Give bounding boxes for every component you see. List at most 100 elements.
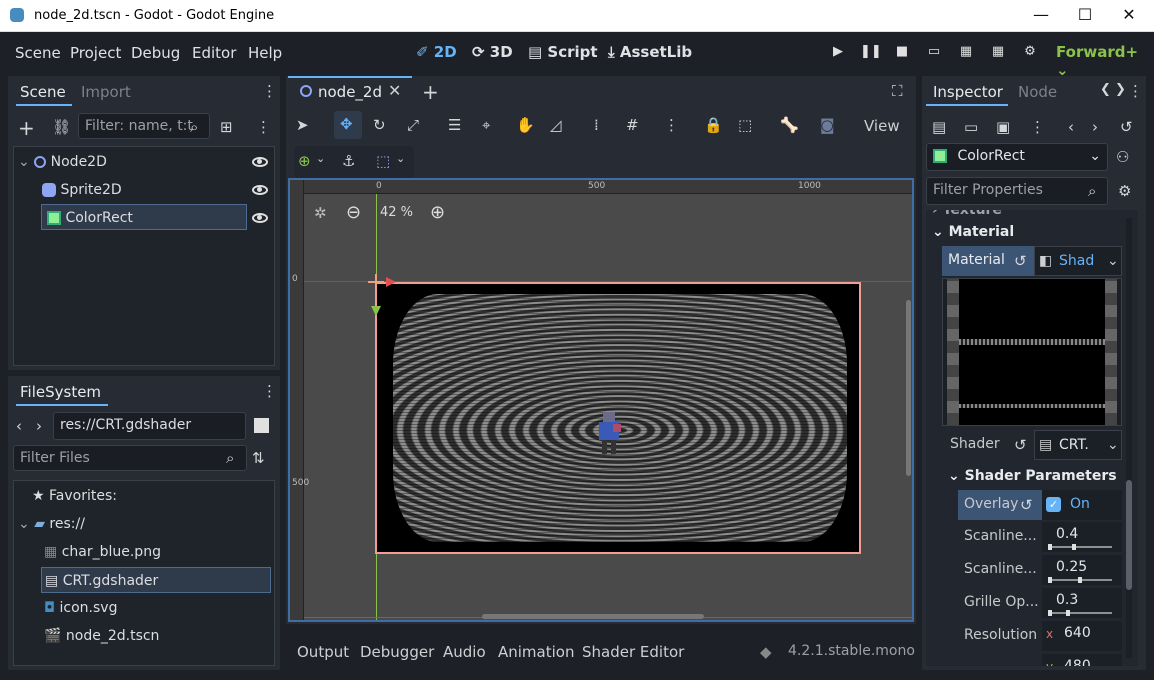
visibility-eye-icon[interactable]	[252, 157, 268, 167]
forward-arrow-icon[interactable]: ❯	[1115, 82, 1126, 97]
play-scene-icon[interactable]: ▦	[956, 44, 976, 64]
remote-debug-icon[interactable]: ▭	[924, 44, 944, 64]
tab-animation[interactable]: Animation	[498, 643, 574, 661]
list-select-icon[interactable]: ☰	[448, 116, 461, 134]
back-arrow-icon[interactable]: ❮	[1100, 82, 1111, 97]
menu-scene[interactable]: Scene	[15, 44, 61, 62]
colorrect-node[interactable]	[375, 282, 861, 554]
dock-menu-icon[interactable]: ⋮	[262, 382, 277, 400]
movie-maker-icon[interactable]: ⚙	[1020, 44, 1040, 64]
menu-project[interactable]: Project	[70, 44, 121, 62]
y-axis-arrow[interactable]	[371, 306, 381, 316]
container-icon[interactable]: ⬚	[376, 152, 390, 170]
object-tree-icon[interactable]: ⚇	[1116, 148, 1129, 166]
mode-assetlib-button[interactable]: ⤓ AssetLib	[608, 43, 692, 61]
scene-tab[interactable]: node_2d ✕	[288, 76, 412, 108]
pan-mode-icon[interactable]: ✋	[516, 116, 535, 134]
bone-icon[interactable]: 🦴	[780, 116, 799, 134]
slider-handle[interactable]	[1072, 544, 1076, 550]
tree-node-sprite2d[interactable]: Sprite2D	[42, 177, 262, 203]
anchor-icon[interactable]: ⚓	[342, 152, 355, 170]
scanline-slider[interactable]: 0.4	[1042, 522, 1122, 552]
lock-icon[interactable]: 🔒	[704, 116, 723, 134]
history-icon[interactable]: ↺	[1120, 118, 1133, 136]
play-custom-scene-icon[interactable]: ▦	[988, 44, 1008, 64]
snap-options-icon[interactable]: ⋮	[664, 116, 679, 134]
slider-handle[interactable]	[1078, 577, 1082, 583]
camera-override-icon[interactable]: ◙	[820, 116, 835, 134]
scale-mode-icon[interactable]: ⤢	[407, 116, 419, 134]
grid-snap-icon[interactable]: #	[626, 116, 639, 134]
tab-node[interactable]: Node	[1018, 83, 1057, 101]
group-icon[interactable]: ⬚	[738, 116, 752, 134]
tab-debugger[interactable]: Debugger	[360, 643, 434, 661]
tab-filesystem[interactable]: FileSystem	[20, 383, 101, 401]
play-icon[interactable]: ▶	[828, 44, 848, 64]
distraction-free-icon[interactable]: ⛶	[892, 82, 903, 100]
mode-script-button[interactable]: ▤ Script	[528, 43, 598, 61]
add-node-icon[interactable]: +	[18, 116, 35, 140]
section-material[interactable]: ⌄ Material	[932, 224, 1014, 240]
path-field[interactable]: res://CRT.gdshader	[53, 412, 246, 440]
shader-resource-picker[interactable]: ▤ CRT. ⌄	[1034, 430, 1122, 460]
pause-icon[interactable]: ❚❚	[860, 44, 882, 64]
move-gizmo[interactable]	[368, 274, 384, 290]
select-mode-icon[interactable]: ➤	[296, 116, 309, 134]
visibility-eye-icon[interactable]	[252, 213, 268, 223]
renderer-select[interactable]: Forward+ ⌄	[1056, 43, 1154, 79]
link-icon[interactable]: ⛓	[52, 118, 71, 136]
zoom-out-icon[interactable]: ⊖	[346, 202, 361, 223]
file-item[interactable]: ◘ icon.svg	[44, 595, 117, 621]
canvas-viewport[interactable]: 0 500 1000 0 500 ✲ ⊖ 42 % ⊕	[288, 178, 914, 622]
tab-shader-editor[interactable]: Shader Editor	[582, 643, 684, 661]
history-back-icon[interactable]: ‹	[1068, 118, 1074, 136]
close-window-button[interactable]: ✕	[1106, 0, 1152, 32]
overlay-checkbox[interactable]: ✓ On	[1042, 490, 1122, 520]
file-item[interactable]: 🎬 node_2d.tscn	[44, 623, 159, 649]
property-options-icon[interactable]: ⚙	[1118, 182, 1131, 200]
revert-icon[interactable]: ↺	[1020, 496, 1033, 514]
object-selector[interactable]: ColorRect ⌄	[926, 143, 1108, 171]
dock-menu-icon[interactable]: ⋮	[1128, 82, 1143, 100]
menu-help[interactable]: Help	[248, 44, 282, 62]
vertical-scrollbar[interactable]	[906, 300, 911, 476]
dock-menu-icon[interactable]: ⋮	[262, 82, 277, 100]
history-forward-icon[interactable]: ›	[1092, 118, 1098, 136]
resolution-y-field[interactable]: y 480	[1042, 654, 1122, 666]
add-point-icon[interactable]: ⊕	[298, 152, 311, 170]
tree-node-node2d[interactable]: ⌄ Node2D	[18, 149, 268, 175]
resource-options-icon[interactable]: ⋮	[1030, 118, 1045, 136]
zoom-in-icon[interactable]: ⊕	[430, 202, 445, 223]
mode-2d-button[interactable]: ✐ 2D	[416, 43, 457, 61]
pivot-mode-icon[interactable]: ⌖	[482, 116, 490, 134]
tab-import[interactable]: Import	[81, 83, 131, 101]
slider-handle[interactable]	[1066, 610, 1070, 616]
scene-options-icon[interactable]: ⋮	[256, 118, 271, 136]
favorites-item[interactable]: ★ Favorites:	[32, 483, 117, 509]
stop-icon[interactable]: ■	[892, 44, 912, 64]
chevron-down-icon[interactable]: ⌄	[396, 152, 405, 165]
resolution-x-field[interactable]: x 640	[1042, 621, 1122, 651]
maximize-button[interactable]: ☐	[1062, 0, 1108, 32]
revert-icon[interactable]: ↺	[1014, 252, 1027, 270]
sort-icon[interactable]: ⇅	[252, 449, 265, 467]
section-shader-parameters[interactable]: ⌄ Shader Parameters	[948, 468, 1117, 484]
file-filter-input[interactable]: Filter Files	[13, 445, 247, 471]
rotate-mode-icon[interactable]: ↻	[373, 116, 386, 134]
menu-debug[interactable]: Debug	[131, 44, 180, 62]
close-tab-icon[interactable]: ✕	[388, 81, 401, 100]
tab-scene[interactable]: Scene	[20, 83, 66, 101]
revert-icon[interactable]: ↺	[1014, 436, 1027, 454]
save-resource-icon[interactable]: ▣	[996, 118, 1010, 136]
zoom-level[interactable]: 42 %	[380, 205, 413, 220]
new-tab-icon[interactable]: +	[422, 80, 439, 104]
scanline-slider[interactable]: 0.25	[1042, 555, 1122, 585]
smart-snap-icon[interactable]: ⁞	[594, 116, 599, 134]
view-menu[interactable]: View	[864, 117, 900, 135]
ruler-mode-icon[interactable]: ◿	[550, 116, 562, 134]
chevron-down-icon[interactable]: ⌄	[316, 152, 325, 165]
inspector-scrollbar[interactable]	[1126, 480, 1132, 590]
mode-3d-button[interactable]: ⟳ 3D	[472, 43, 513, 61]
move-mode-icon[interactable]: ✥	[340, 115, 353, 133]
visibility-eye-icon[interactable]	[252, 185, 268, 195]
